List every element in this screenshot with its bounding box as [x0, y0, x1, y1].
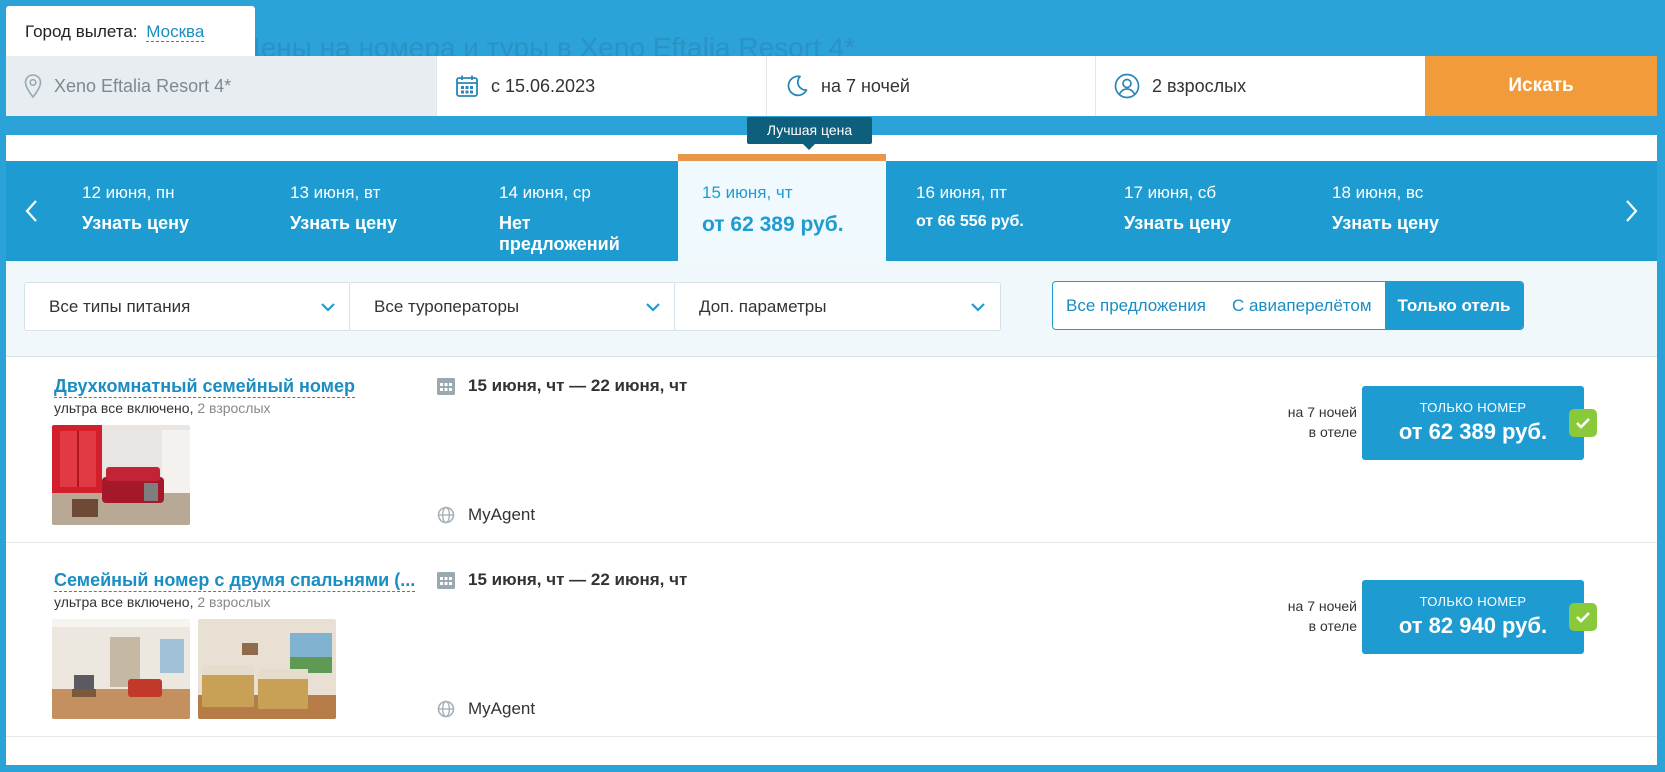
room-result-row: Семейный номер с двумя спальнями (... ул… [6, 551, 1657, 737]
date-option[interactable]: 17 июня, сб Узнать цену [1048, 161, 1268, 261]
price-button[interactable]: ТОЛЬКО НОМЕР от 62 389 руб. [1362, 386, 1584, 460]
date-option-price: Узнать цену [82, 213, 189, 233]
date-option-price: Нет предложений [499, 213, 620, 254]
nights-note-line1: на 7 ночей [1287, 598, 1357, 614]
room-result-row: Двухкомнатный семейный номер ультра все … [6, 357, 1657, 543]
departure-city-tab: Город вылета: Москва [6, 6, 255, 56]
location-pin-icon [24, 74, 42, 98]
nights-note-line2: в отеле [1308, 618, 1357, 634]
room-meal-guests: ультра все включено, 2 взрослых [54, 594, 271, 610]
check-icon [1569, 409, 1597, 437]
date-option-price: Узнать цену [290, 213, 397, 233]
nights-note: на 7 ночей в отеле [1288, 596, 1357, 636]
price-type: ТОЛЬКО НОМЕР [1419, 594, 1527, 609]
tour-operator-name: MyAgent [468, 699, 536, 718]
extra-params-select-value: Доп. параметры [699, 296, 827, 316]
nights-note: на 7 ночей в отеле [1288, 402, 1357, 442]
date-option-date: 12 июня, пн [82, 183, 175, 202]
tour-operator-name: MyAgent [468, 505, 536, 524]
date-field-value: с 15.06.2023 [491, 75, 596, 96]
nights-note-line2: в отеле [1308, 424, 1357, 440]
room-photo[interactable] [52, 425, 190, 525]
nights-field[interactable]: на 7 ночей [767, 56, 1096, 116]
date-option-date: 18 июня, вс [1332, 183, 1424, 202]
room-meal-guests: ультра все включено, 2 взрослых [54, 400, 271, 416]
date-option-date: 14 июня, ср [499, 183, 591, 202]
date-option[interactable]: 12 июня, пн Узнать цену [6, 161, 226, 261]
room-meal: ультра все включено, [54, 400, 194, 416]
tour-operator: MyAgent [437, 699, 535, 719]
stay-dates: 15 июня, чт — 22 июня, чт [436, 570, 687, 590]
departure-label: Город вылета: [25, 22, 138, 41]
room-guests: 2 взрослых [197, 594, 271, 610]
guests-field[interactable]: 2 взрослых [1096, 56, 1425, 116]
hotel-field-value: Xeno Eftalia Resort 4* [54, 75, 232, 96]
filters-bar: Все типы питания Все туроператоры Доп. п… [6, 261, 1657, 357]
room-name-link[interactable]: Семейный номер с двумя спальнями (... [54, 570, 416, 592]
globe-icon [437, 700, 455, 718]
date-option-price: от 66 556 руб. [916, 213, 1024, 230]
globe-icon [437, 506, 455, 524]
calendar-icon [437, 572, 455, 589]
room-photo[interactable] [52, 619, 190, 719]
date-option-date: 16 июня, пт [916, 183, 1007, 202]
search-bar: Xeno Eftalia Resort 4* с 15.06.2023 на 7… [6, 56, 1657, 116]
extra-params-select[interactable]: Доп. параметры [674, 282, 1001, 331]
chevron-down-icon [971, 302, 985, 312]
date-option[interactable]: 13 июня, вт Узнать цену [214, 161, 434, 261]
stay-dates-text: 15 июня, чт — 22 июня, чт [468, 376, 688, 395]
meal-type-select-value: Все типы питания [49, 296, 191, 316]
date-option-date: 17 июня, сб [1124, 183, 1217, 202]
calendar-icon [437, 378, 455, 395]
departure-city-link[interactable]: Москва [146, 22, 205, 42]
price-value: от 82 940 руб. [1398, 613, 1548, 638]
date-carousel: 12 июня, пн Узнать цену 13 июня, вт Узна… [6, 154, 1657, 261]
tour-operator-select[interactable]: Все туроператоры [349, 282, 676, 331]
next-dates-arrow[interactable] [1607, 161, 1657, 261]
date-option[interactable]: 18 июня, вс Узнать цену [1256, 161, 1476, 261]
segment-all-offers[interactable]: Все предложения [1053, 282, 1219, 329]
date-option-date: 13 июня, вт [290, 183, 381, 202]
nights-note-line1: на 7 ночей [1287, 404, 1357, 420]
check-icon [1569, 603, 1597, 631]
price-type: ТОЛЬКО НОМЕР [1419, 400, 1527, 415]
room-photo[interactable] [198, 619, 336, 719]
stay-dates-text: 15 июня, чт — 22 июня, чт [468, 570, 688, 589]
hotel-field[interactable]: Xeno Eftalia Resort 4* [6, 56, 437, 116]
chevron-right-icon [1626, 200, 1638, 222]
best-price-badge: Лучшая цена [747, 117, 872, 150]
date-option-price: Узнать цену [1124, 213, 1231, 233]
user-icon [1114, 73, 1140, 99]
moon-icon [787, 75, 808, 97]
date-field[interactable]: с 15.06.2023 [437, 56, 767, 116]
segment-with-flight[interactable]: С авиаперелётом [1219, 282, 1385, 329]
tour-operator-select-value: Все туроператоры [374, 296, 520, 316]
price-button[interactable]: ТОЛЬКО НОМЕР от 82 940 руб. [1362, 580, 1584, 654]
date-option-price: Узнать цену [1332, 213, 1439, 233]
date-option[interactable]: 16 июня, пт от 66 556 руб. [840, 161, 1060, 261]
segment-hotel-only[interactable]: Только отель [1384, 282, 1524, 329]
guests-field-value: 2 взрослых [1152, 75, 1247, 96]
search-button[interactable]: Искать [1425, 56, 1657, 116]
room-meal: ультра все включено, [54, 594, 194, 610]
date-option[interactable]: 14 июня, ср Нет предложений [423, 161, 643, 261]
meal-type-select[interactable]: Все типы питания [24, 282, 351, 331]
price-value: от 62 389 руб. [1398, 419, 1548, 444]
chevron-down-icon [321, 302, 335, 312]
offer-type-switch: Все предложения С авиаперелётом Только о… [1052, 281, 1525, 330]
results-panel: 12 июня, пн Узнать цену 13 июня, вт Узна… [6, 117, 1657, 765]
stay-dates: 15 июня, чт — 22 июня, чт [436, 376, 687, 396]
room-guests: 2 взрослых [197, 400, 271, 416]
chevron-down-icon [646, 302, 660, 312]
calendar-icon [456, 75, 478, 97]
room-name-link[interactable]: Двухкомнатный семейный номер [54, 376, 355, 398]
nights-field-value: на 7 ночей [821, 75, 910, 96]
tour-operator: MyAgent [437, 505, 535, 525]
